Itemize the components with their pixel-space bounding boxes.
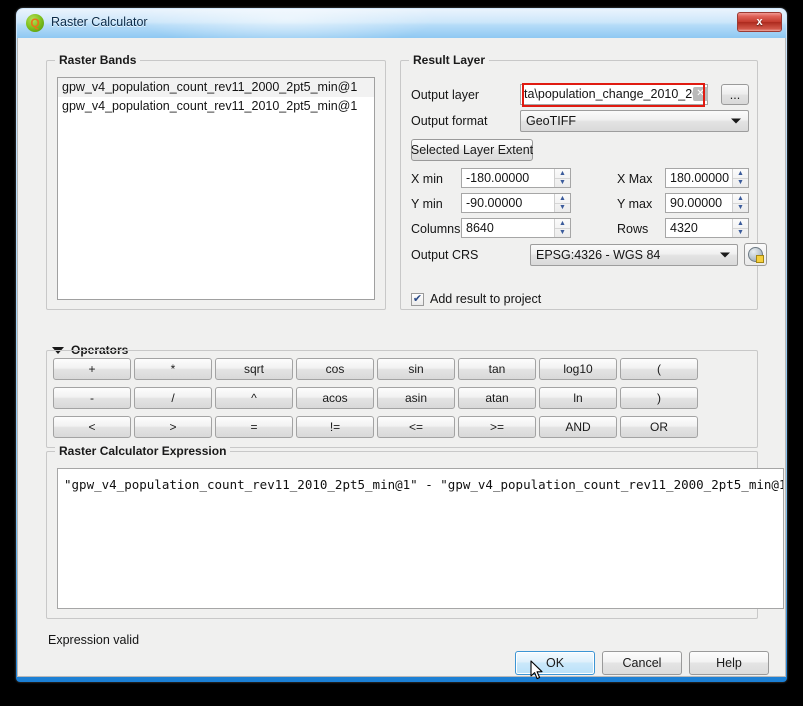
ok-button[interactable]: OK (515, 651, 595, 675)
operator-button-tan[interactable]: tan (458, 358, 536, 380)
output-format-value: GeoTIFF (526, 114, 577, 128)
selected-layer-extent-button[interactable]: Selected Layer Extent (411, 139, 533, 161)
window-title: Raster Calculator (51, 15, 148, 29)
output-crs-label: Output CRS (411, 248, 479, 262)
output-crs-value: EPSG:4326 - WGS 84 (536, 248, 661, 262)
y-max-value: 90.00000 (670, 196, 723, 210)
operator-button-asin[interactable]: asin (377, 387, 455, 409)
add-result-to-project-checkbox[interactable]: ✔ Add result to project (411, 292, 541, 306)
status-message: Expression valid (48, 633, 140, 647)
output-format-label: Output format (411, 114, 488, 128)
operator-button-plus[interactable]: + (53, 358, 131, 380)
rows-value: 4320 (670, 221, 698, 235)
operator-button-equals[interactable]: = (215, 416, 293, 438)
operators-group: + * sqrt cos sin tan log10 ( - / ^ acos … (46, 350, 758, 448)
x-max-arrows[interactable]: ▲ ▼ (732, 169, 748, 187)
output-crs-select[interactable]: EPSG:4326 - WGS 84 (530, 244, 738, 266)
operator-button-greater-than[interactable]: > (134, 416, 212, 438)
globe-icon (748, 247, 764, 263)
operator-button-sqrt[interactable]: sqrt (215, 358, 293, 380)
operator-button-log10[interactable]: log10 (539, 358, 617, 380)
output-layer-label: Output layer (411, 88, 480, 102)
raster-bands-title: Raster Bands (55, 53, 141, 67)
operator-button-not-equals[interactable]: != (296, 416, 374, 438)
x-max-value: 180.00000 (670, 171, 730, 185)
x-max-label: X Max (617, 172, 653, 186)
operator-button-sin[interactable]: sin (377, 358, 455, 380)
crs-select-button[interactable] (744, 243, 767, 266)
help-button[interactable]: Help (689, 651, 769, 675)
operator-button-and[interactable]: AND (539, 416, 617, 438)
operator-button-less-than[interactable]: < (53, 416, 131, 438)
columns-stepper[interactable]: 8640 ▲ ▼ (461, 218, 571, 238)
result-layer-group: Result Layer Output layer ta\population_… (400, 53, 767, 310)
y-max-stepper[interactable]: 90.00000 ▲ ▼ (665, 193, 749, 213)
raster-bands-group: Raster Bands gpw_v4_population_count_rev… (46, 53, 386, 310)
y-min-value: -90.00000 (466, 196, 523, 210)
x-min-arrows[interactable]: ▲ ▼ (554, 169, 570, 187)
rows-label: Rows (617, 222, 649, 236)
dialog-window: Q Raster Calculator x Raster Bands gpw_v… (16, 8, 787, 682)
operator-button-cos[interactable]: cos (296, 358, 374, 380)
operator-button-open-paren[interactable]: ( (620, 358, 698, 380)
y-min-arrows[interactable]: ▲ ▼ (554, 194, 570, 212)
output-layer-input[interactable]: ta\population_change_2010_2000.tif (520, 84, 708, 105)
operator-button-divide[interactable]: / (134, 387, 212, 409)
chevron-down-icon (731, 118, 741, 124)
operator-button-atan[interactable]: atan (458, 387, 536, 409)
raster-bands-list[interactable]: gpw_v4_population_count_rev11_2000_2pt5_… (57, 77, 375, 300)
operator-button-acos[interactable]: acos (296, 387, 374, 409)
dialog-client-area: Raster Bands gpw_v4_population_count_rev… (17, 38, 786, 680)
expression-title: Raster Calculator Expression (55, 444, 231, 458)
operator-button-ln[interactable]: ln (539, 387, 617, 409)
x-min-label: X min (411, 172, 443, 186)
chevron-down-icon (720, 252, 730, 258)
operator-button-close-paren[interactable]: ) (620, 387, 698, 409)
expression-group: Raster Calculator Expression "gpw_v4_pop… (46, 444, 784, 619)
output-format-select[interactable]: GeoTIFF (520, 110, 749, 132)
operator-button-or[interactable]: OR (620, 416, 698, 438)
cancel-button[interactable]: Cancel (602, 651, 682, 675)
expression-input[interactable]: "gpw_v4_population_count_rev11_2010_2pt5… (57, 468, 784, 609)
y-max-label: Y max (617, 197, 653, 211)
x-max-stepper[interactable]: 180.00000 ▲ ▼ (665, 168, 749, 188)
browse-button[interactable]: ... (721, 84, 749, 105)
result-layer-title: Result Layer (409, 53, 490, 67)
close-icon[interactable]: x (737, 12, 782, 32)
y-min-stepper[interactable]: -90.00000 ▲ ▼ (461, 193, 571, 213)
add-result-label: Add result to project (430, 292, 542, 306)
columns-value: 8640 (466, 221, 494, 235)
operator-button-greater-equal[interactable]: >= (458, 416, 536, 438)
y-max-arrows[interactable]: ▲ ▼ (732, 194, 748, 212)
x-min-value: -180.00000 (466, 171, 530, 185)
operator-button-power[interactable]: ^ (215, 387, 293, 409)
columns-label: Columns (411, 222, 461, 236)
clear-icon[interactable]: ✕ (693, 87, 708, 101)
qgis-icon: Q (26, 14, 44, 32)
columns-arrows[interactable]: ▲ ▼ (554, 219, 570, 237)
operator-button-multiply[interactable]: * (134, 358, 212, 380)
title-bar[interactable]: Q Raster Calculator x (17, 9, 786, 38)
operator-button-minus[interactable]: - (53, 387, 131, 409)
list-item[interactable]: gpw_v4_population_count_rev11_2000_2pt5_… (58, 78, 374, 97)
list-item[interactable]: gpw_v4_population_count_rev11_2010_2pt5_… (58, 97, 374, 116)
operator-button-less-equal[interactable]: <= (377, 416, 455, 438)
y-min-label: Y min (411, 197, 443, 211)
rows-stepper[interactable]: 4320 ▲ ▼ (665, 218, 749, 238)
rows-arrows[interactable]: ▲ ▼ (732, 219, 748, 237)
x-min-stepper[interactable]: -180.00000 ▲ ▼ (461, 168, 571, 188)
checkbox-glyph: ✔ (411, 292, 424, 306)
